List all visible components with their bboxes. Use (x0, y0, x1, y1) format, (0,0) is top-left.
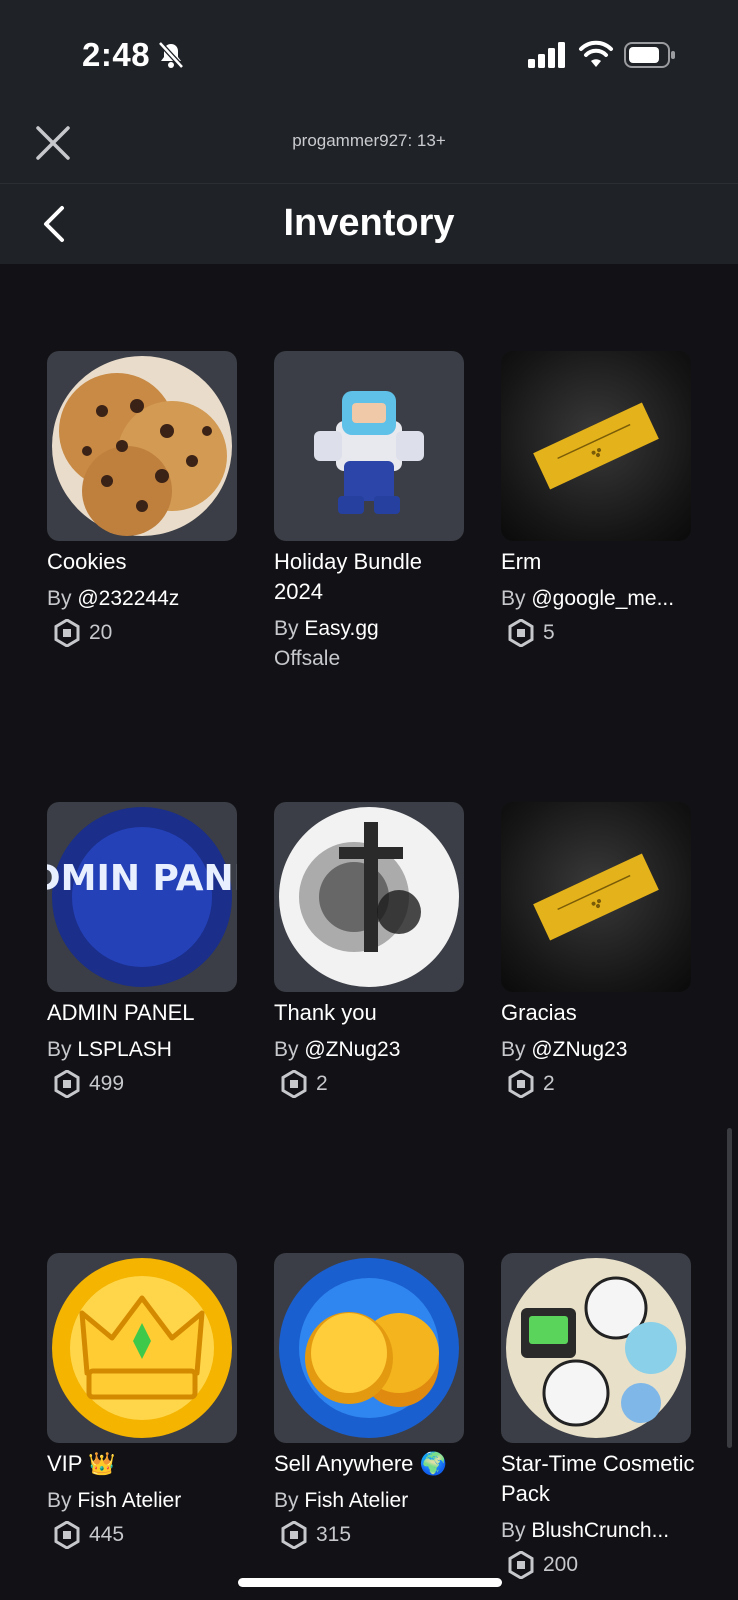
coins-image (279, 1258, 459, 1438)
item-name: Sell Anywhere 🌍 (274, 1451, 447, 1476)
item-card[interactable]: Gracias By @ZNug23 2 (501, 802, 697, 1100)
item-creator[interactable]: By @ZNug23 (274, 1036, 470, 1064)
cookies-image (52, 356, 232, 536)
item-card[interactable]: VIP 👑 By Fish Atelier 445 (47, 1253, 243, 1551)
item-creator[interactable]: By BlushCrunch... (501, 1517, 697, 1545)
item-thumbnail[interactable] (47, 351, 237, 541)
item-card[interactable]: Sell Anywhere 🌍 By Fish Atelier 315 (274, 1253, 470, 1551)
item-price: 2 (501, 1068, 697, 1100)
status-bar: 2:48 (0, 0, 738, 100)
item-thumbnail[interactable] (501, 351, 691, 541)
item-thumbnail[interactable] (47, 1253, 237, 1443)
item-name: Erm (501, 549, 542, 574)
cosmetic-pack-image (506, 1258, 686, 1438)
item-price: 20 (47, 617, 243, 649)
svg-text:ADMIN PANEL: ADMIN PANEL (47, 858, 237, 899)
item-creator[interactable]: By LSPLASH (47, 1036, 243, 1064)
cellular-signal-icon (528, 42, 565, 68)
item-thumbnail[interactable] (274, 351, 464, 541)
item-name: Star-Time Cosmetic Pack (501, 1451, 695, 1506)
home-indicator[interactable] (238, 1578, 502, 1587)
page-title: Inventory (283, 202, 455, 244)
item-creator[interactable]: By Easy.gg (274, 615, 470, 643)
item-price: 2 (274, 1068, 470, 1100)
lion-cross-image (279, 807, 459, 987)
gold-ticket-image (533, 853, 659, 941)
item-creator[interactable]: By @232244z (47, 585, 243, 613)
status-time: 2:48 (82, 36, 151, 73)
robux-icon (281, 1070, 307, 1098)
item-name: VIP 👑 (47, 1451, 116, 1476)
item-thumbnail[interactable]: ADMIN PANEL (47, 802, 237, 992)
battery-icon (624, 42, 675, 68)
item-price: 200 (501, 1549, 697, 1581)
item-thumbnail[interactable] (274, 802, 464, 992)
item-name: Cookies (47, 549, 127, 574)
item-creator[interactable]: By @ZNug23 (501, 1036, 697, 1064)
robux-icon (54, 1521, 80, 1549)
robux-icon (508, 1070, 534, 1098)
item-creator[interactable]: By Fish Atelier (274, 1487, 470, 1515)
robux-icon (508, 1551, 534, 1579)
item-name: Holiday Bundle 2024 (274, 549, 422, 604)
item-creator[interactable]: By Fish Atelier (47, 1487, 243, 1515)
item-name: Gracias (501, 1000, 577, 1025)
avatar-bundle-image (314, 391, 424, 514)
robux-icon (54, 1070, 80, 1098)
wifi-icon (579, 40, 613, 67)
robux-icon (54, 619, 80, 647)
inventory-grid: Cookies By @232244z 20 Holiday Bundle 20… (0, 264, 738, 1600)
robux-icon (508, 619, 534, 647)
item-thumbnail[interactable] (501, 1253, 691, 1443)
bell-slash-icon (158, 41, 184, 69)
item-creator[interactable]: By @google_me... (501, 585, 697, 613)
item-name: ADMIN PANEL (47, 1000, 195, 1025)
item-card[interactable]: Thank you By @ZNug23 2 (274, 802, 470, 1100)
admin-panel-image: ADMIN PANEL (47, 807, 237, 987)
account-label: progammer927: 13+ (292, 131, 446, 150)
crown-image (52, 1258, 232, 1438)
nav-bar: Inventory (0, 184, 738, 264)
item-card[interactable]: Cookies By @232244z 20 (47, 351, 243, 649)
item-name: Thank you (274, 1000, 377, 1025)
item-price: 5 (501, 617, 697, 649)
offsale-label: Offsale (274, 647, 341, 670)
account-bar: progammer927: 13+ (0, 100, 738, 184)
robux-icon (281, 1521, 307, 1549)
item-thumbnail[interactable] (501, 802, 691, 992)
scrollbar[interactable] (727, 1128, 732, 1448)
item-price: 445 (47, 1519, 243, 1551)
item-price: 499 (47, 1068, 243, 1100)
item-card[interactable]: ADMIN PANEL ADMIN PANEL By LSPLASH 499 (47, 802, 243, 1100)
item-card[interactable]: Star-Time Cosmetic Pack By BlushCrunch..… (501, 1253, 697, 1581)
item-card[interactable]: Holiday Bundle 2024 By Easy.gg Offsale (274, 351, 470, 673)
item-card[interactable]: Erm By @google_me... 5 (501, 351, 697, 649)
item-thumbnail[interactable] (274, 1253, 464, 1443)
item-price: 315 (274, 1519, 470, 1551)
gold-ticket-image (533, 402, 659, 490)
